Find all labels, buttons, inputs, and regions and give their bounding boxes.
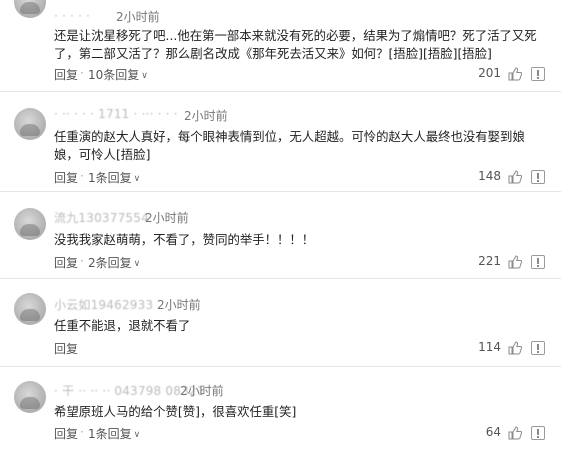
like-icon[interactable] (508, 341, 522, 355)
avatar[interactable] (14, 208, 46, 240)
view-replies-button[interactable]: 10条回复 ∨ (88, 66, 148, 83)
comment-time: 2小时前 (184, 109, 228, 123)
comment-list: · · · · · 2小时前 还是让沈星移死了吧...他在第一部本来就没有死的必… (0, 0, 561, 458)
reply-button[interactable]: 回复 (54, 66, 78, 83)
like-count: 114 (478, 340, 501, 354)
like-count: 64 (485, 425, 501, 439)
chevron-down-icon: ∨ (133, 259, 141, 269)
replies-count-label: 1条回复 (88, 427, 132, 441)
comment-time: 2小时前 (157, 298, 201, 312)
comment-text: 任重演的赵大人真好，每个眼神表情到位，无人超越。可怜的赵大人最终也没有娶到娘娘，… (54, 129, 525, 162)
comment-time: 2小时前 (145, 211, 189, 225)
view-replies-button[interactable]: 2条回复 ∨ (88, 254, 140, 271)
comment-text: 任重不能退，退就不看了 (54, 318, 191, 333)
like-count: 221 (478, 254, 501, 268)
like-icon[interactable] (508, 255, 522, 269)
separator-dot: · (80, 66, 84, 80)
comment-time: 2小时前 (116, 10, 160, 24)
view-replies-button[interactable]: 1条回复 ∨ (88, 425, 140, 442)
replies-count-label: 2条回复 (88, 256, 132, 270)
chevron-down-icon: ∨ (141, 71, 148, 81)
report-icon[interactable] (531, 255, 545, 269)
username[interactable]: · ·· · · · 1711 · ··· · · · (54, 107, 178, 121)
comment-item: · · · · · 2小时前 还是让沈星移死了吧...他在第一部本来就没有死的必… (0, 0, 561, 92)
report-icon[interactable] (531, 67, 545, 81)
like-count: 201 (478, 66, 501, 80)
reply-button[interactable]: 回复 (54, 425, 78, 442)
username[interactable]: 流九130377554 (54, 209, 149, 226)
comment-text: 希望原班人马的给个赞[赞]，很喜欢任重[笑] (54, 404, 297, 419)
like-icon[interactable] (508, 67, 522, 81)
separator-dot: · (80, 169, 84, 183)
separator-dot: · (80, 254, 84, 268)
comment-time: 2小时前 (180, 384, 224, 398)
reply-button[interactable]: 回复 (54, 340, 78, 357)
view-replies-button[interactable]: 1条回复 ∨ (88, 169, 140, 186)
comment-item: · 干 ·· ·· ·· 043798 08321 2小时前 希望原班人马的给个… (0, 367, 561, 458)
chevron-down-icon: ∨ (133, 174, 141, 184)
like-icon[interactable] (508, 170, 522, 184)
comment-text: 还是让沈星移死了吧...他在第一部本来就没有死的必要，结果为了煽情吧？死了活了又… (54, 28, 537, 61)
comment-item: 流九130377554 2小时前 没我我家赵萌萌，不看了，赞同的举手！！！！ 回… (0, 192, 561, 279)
report-icon[interactable] (531, 426, 545, 440)
separator-dot: · (80, 425, 84, 439)
username[interactable]: 小云如19462933 (54, 296, 153, 313)
comment-item: · ·· · · · 1711 · ··· · · · 2小时前 任重演的赵大人… (0, 92, 561, 192)
username[interactable]: · · · · · (54, 9, 90, 23)
avatar[interactable] (14, 0, 46, 18)
comment-text: 没我我家赵萌萌，不看了，赞同的举手！！！！ (54, 232, 315, 247)
avatar[interactable] (14, 381, 46, 413)
replies-count-label: 1条回复 (88, 171, 132, 185)
reply-button[interactable]: 回复 (54, 254, 78, 271)
report-icon[interactable] (531, 341, 545, 355)
replies-count-label: 10条回复 (88, 68, 140, 82)
like-count: 148 (478, 169, 501, 183)
reply-button[interactable]: 回复 (54, 169, 78, 186)
like-icon[interactable] (508, 426, 522, 440)
comment-item: 小云如19462933 2小时前 任重不能退，退就不看了 回复 114 (0, 279, 561, 367)
chevron-down-icon: ∨ (133, 430, 141, 440)
report-icon[interactable] (531, 170, 545, 184)
avatar[interactable] (14, 108, 46, 140)
avatar[interactable] (14, 293, 46, 325)
